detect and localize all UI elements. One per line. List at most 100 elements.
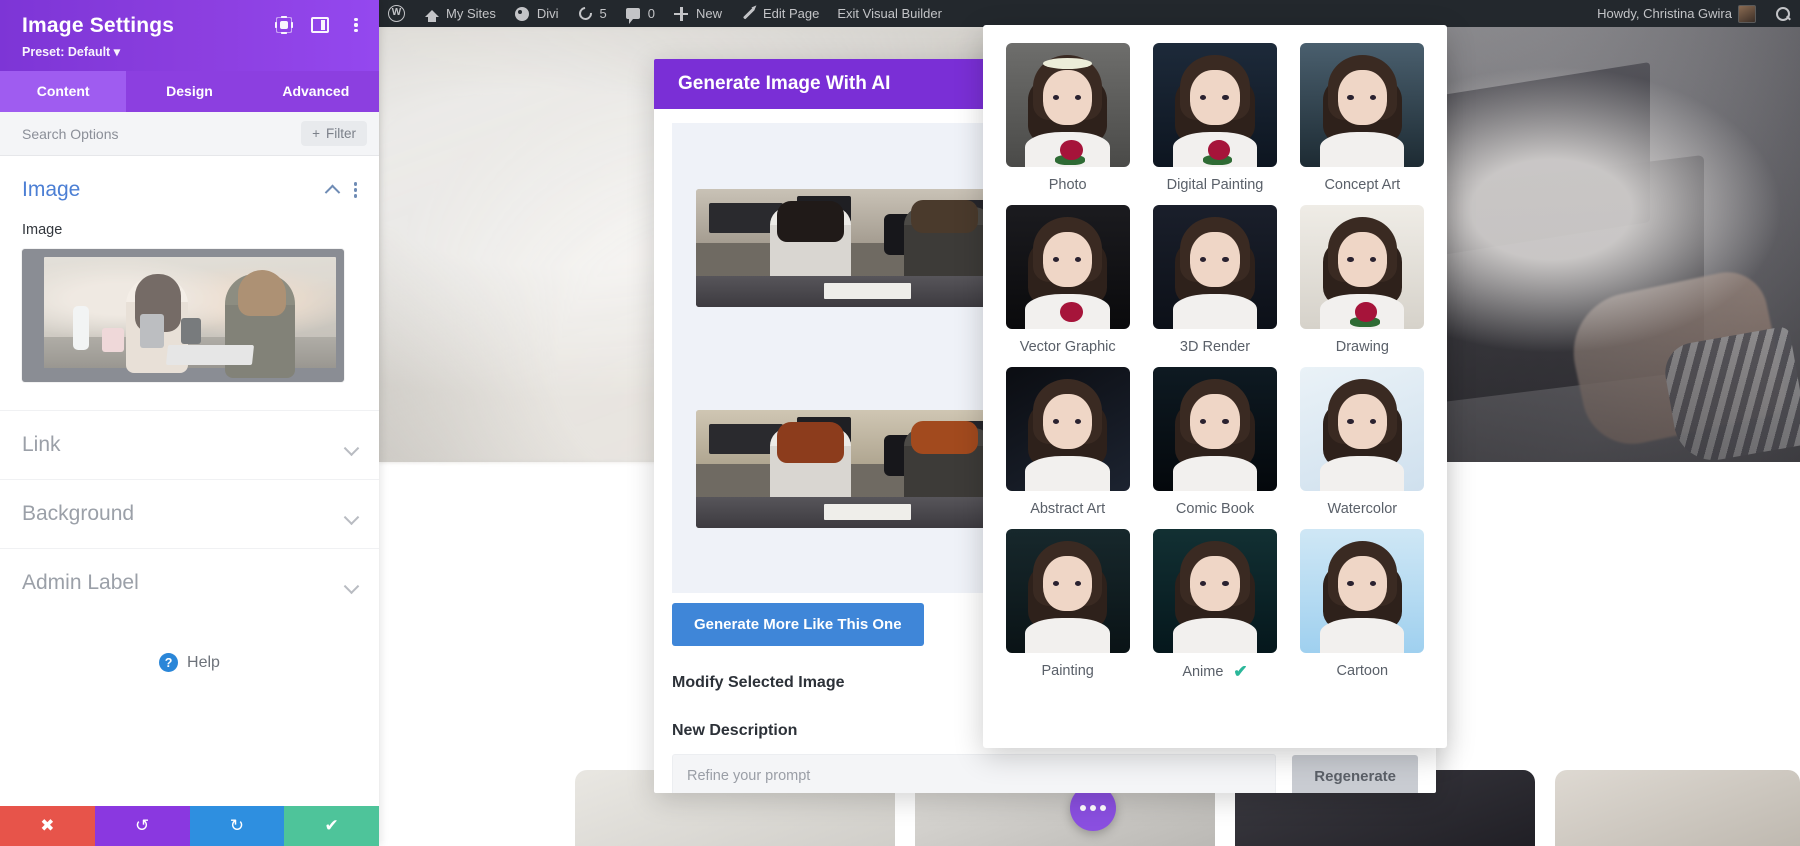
style-grid: Photo Digital Painting Concept Art Vecto…: [1005, 43, 1425, 680]
search-input[interactable]: Search Options: [22, 126, 119, 142]
more-options-icon[interactable]: [353, 182, 357, 198]
style-thumbnail: [1005, 367, 1130, 491]
modify-selected-image-label: Modify Selected Image: [672, 674, 845, 691]
section-image-header[interactable]: Image: [22, 178, 357, 202]
fab-dot: [1080, 805, 1086, 811]
style-option-photo[interactable]: Photo: [1005, 43, 1130, 193]
style-option-comic-book[interactable]: Comic Book: [1152, 367, 1277, 517]
plus-icon: +: [312, 126, 320, 141]
chevron-down-icon: [343, 578, 360, 594]
sidebar-body: Image Image Link Background Admin Label …: [0, 156, 379, 806]
prompt-input[interactable]: Refine your prompt: [672, 754, 1277, 793]
panel-layout-icon[interactable]: [311, 16, 329, 34]
adminbar-item-howdy[interactable]: Howdy, Christina Gwira: [1588, 0, 1765, 27]
image-preview-thumbnail[interactable]: [22, 249, 344, 382]
style-label: Anime: [1182, 663, 1224, 680]
adminbar-howdy-label: Howdy, Christina Gwira: [1597, 6, 1732, 21]
style-label-row: Cartoon: [1337, 663, 1389, 679]
style-label-row: 3D Render: [1180, 339, 1250, 355]
adminbar-item-updates[interactable]: 5: [568, 0, 616, 27]
adminbar-label: New: [695, 6, 722, 21]
adminbar-label: Edit Page: [763, 6, 820, 21]
section-controls: [324, 182, 357, 201]
search-icon: [1774, 5, 1791, 22]
sidebar-header-icons: [275, 16, 365, 34]
style-option-drawing[interactable]: Drawing: [1300, 205, 1425, 355]
style-thumbnail: [1005, 529, 1130, 653]
style-label: Drawing: [1335, 339, 1389, 355]
help-link[interactable]: ? Help: [0, 653, 379, 672]
adminbar-item-my-sites[interactable]: My Sites: [414, 0, 505, 27]
wp-admin-bar: My Sites Divi 5 0 New Edit Page Exit Vis…: [379, 0, 1800, 27]
style-option-concept-art[interactable]: Concept Art: [1300, 43, 1425, 193]
bottom-card: [1555, 770, 1800, 846]
style-label-row: Photo: [1049, 177, 1087, 193]
preview-overlay: [22, 249, 344, 382]
style-thumbnail: [1300, 43, 1425, 167]
chevron-down-icon: [343, 509, 360, 525]
style-option-vector-graphic[interactable]: Vector Graphic: [1005, 205, 1130, 355]
adminbar-item-edit-page[interactable]: Edit Page: [731, 0, 828, 27]
image-settings-sidebar: Image Settings Preset: Default ▾ Content…: [0, 0, 379, 846]
style-thumbnail: [1152, 367, 1277, 491]
adminbar-updates-count: 5: [599, 6, 607, 21]
plus-icon: [673, 5, 690, 22]
tab-design[interactable]: Design: [126, 71, 252, 112]
hand-shape: [1562, 264, 1790, 454]
style-option-cartoon[interactable]: Cartoon: [1300, 529, 1425, 680]
more-options-icon[interactable]: [347, 16, 365, 34]
redo-button[interactable]: ↻: [189, 806, 285, 846]
wordpress-logo-icon: [388, 4, 405, 22]
style-label: Painting: [1041, 663, 1094, 679]
style-thumbnail: [1005, 43, 1130, 167]
style-label: Concept Art: [1324, 177, 1401, 193]
style-option-3d-render[interactable]: 3D Render: [1152, 205, 1277, 355]
adminbar-label: Exit Visual Builder: [837, 6, 942, 21]
sidebar-search-bar: Search Options + Filter: [0, 112, 379, 156]
tab-advanced[interactable]: Advanced: [253, 71, 379, 112]
preset-label: Preset: Default: [22, 45, 111, 59]
adminbar-label: Divi: [536, 6, 559, 21]
tab-content[interactable]: Content: [0, 71, 127, 112]
ai-generated-image[interactable]: [696, 409, 1032, 528]
adminbar-item-exit-visual-builder[interactable]: Exit Visual Builder: [828, 0, 951, 27]
accordion-admin-label[interactable]: Admin Label: [0, 548, 379, 617]
focus-icon[interactable]: [275, 16, 293, 34]
help-label: Help: [187, 653, 220, 671]
style-option-anime[interactable]: Anime ✔: [1152, 529, 1277, 680]
help-icon: ?: [159, 653, 179, 672]
section-image: Image Image: [0, 156, 379, 386]
adminbar-item-divi[interactable]: Divi: [505, 0, 568, 27]
accordion-label: Background: [22, 502, 135, 525]
accordion-label: Admin Label: [22, 571, 139, 594]
ai-generated-image[interactable]: [696, 188, 1032, 307]
save-button[interactable]: ✔: [284, 806, 379, 846]
undo-button[interactable]: ↺: [94, 806, 190, 846]
screen-root: LET'S W We Cli My Sites Divi: [0, 0, 1800, 846]
style-label-row: Abstract Art: [1030, 501, 1105, 517]
regenerate-button[interactable]: Regenerate: [1292, 754, 1418, 793]
adminbar-item-wordpress[interactable]: [379, 0, 414, 27]
generate-more-like-this-button[interactable]: Generate More Like This One: [672, 603, 924, 646]
sites-icon: [423, 5, 440, 22]
adminbar-item-comments[interactable]: 0: [616, 0, 664, 27]
accordion-link[interactable]: Link: [0, 410, 379, 479]
avatar: [1738, 4, 1756, 23]
chevron-up-icon[interactable]: [324, 185, 340, 201]
filter-button[interactable]: + Filter: [301, 121, 367, 146]
fab-dot: [1100, 805, 1106, 811]
adminbar-item-search[interactable]: [1765, 0, 1800, 27]
style-thumbnail: [1300, 367, 1425, 491]
preset-selector[interactable]: Preset: Default ▾: [22, 44, 361, 59]
accordion-background[interactable]: Background: [0, 479, 379, 548]
style-option-painting[interactable]: Painting: [1005, 529, 1130, 680]
style-option-watercolor[interactable]: Watercolor: [1300, 367, 1425, 517]
style-label: Watercolor: [1327, 501, 1398, 517]
style-label-row: Painting: [1041, 663, 1093, 679]
style-option-abstract-art[interactable]: Abstract Art: [1005, 367, 1130, 517]
style-option-digital-painting[interactable]: Digital Painting: [1152, 43, 1277, 193]
discard-button[interactable]: ✖: [0, 806, 95, 846]
adminbar-item-new[interactable]: New: [664, 0, 731, 27]
style-thumbnail: [1152, 205, 1277, 329]
